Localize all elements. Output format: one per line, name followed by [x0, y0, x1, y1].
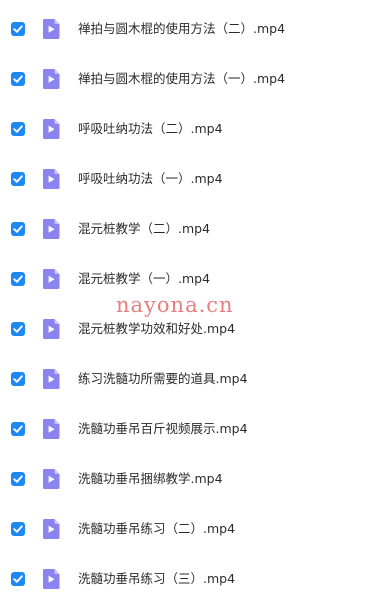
file-checkbox[interactable]	[11, 172, 25, 186]
file-row[interactable]: 练习洗髓功所需要的道具.mp4	[0, 364, 367, 394]
file-checkbox[interactable]	[11, 322, 25, 336]
video-file-icon	[41, 468, 61, 490]
file-name[interactable]: 洗髓功垂吊捆绑教学.mp4	[78, 470, 223, 488]
video-file-icon	[41, 168, 61, 190]
file-row[interactable]: 禅拍与圆木棍的使用方法（一）.mp4	[0, 64, 367, 94]
file-name[interactable]: 呼吸吐纳功法（一）.mp4	[78, 170, 223, 188]
video-file-icon	[41, 518, 61, 540]
video-file-icon	[41, 68, 61, 90]
checkmark-icon	[13, 275, 23, 283]
checkmark-icon	[13, 575, 23, 583]
video-file-icon	[41, 218, 61, 240]
checkmark-icon	[13, 325, 23, 333]
video-file-icon	[41, 318, 61, 340]
file-name[interactable]: 混元桩教学功效和好处.mp4	[78, 320, 235, 338]
file-name[interactable]: 洗髓功垂吊练习（二）.mp4	[78, 520, 235, 538]
checkmark-icon	[13, 75, 23, 83]
file-row[interactable]: 洗髓功垂吊练习（二）.mp4	[0, 514, 367, 544]
file-checkbox[interactable]	[11, 472, 25, 486]
file-name[interactable]: 混元桩教学（一）.mp4	[78, 270, 210, 288]
file-checkbox[interactable]	[11, 22, 25, 36]
file-row[interactable]: 呼吸吐纳功法（一）.mp4	[0, 164, 367, 194]
video-file-icon	[41, 568, 61, 590]
file-row[interactable]: 洗髓功垂吊练习（三）.mp4	[0, 564, 367, 594]
checkmark-icon	[13, 425, 23, 433]
file-name[interactable]: 禅拍与圆木棍的使用方法（二）.mp4	[78, 20, 285, 38]
file-name[interactable]: 练习洗髓功所需要的道具.mp4	[78, 370, 248, 388]
checkmark-icon	[13, 525, 23, 533]
file-row[interactable]: 洗髓功垂吊捆绑教学.mp4	[0, 464, 367, 494]
file-checkbox[interactable]	[11, 372, 25, 386]
video-file-icon	[41, 18, 61, 40]
file-name[interactable]: 混元桩教学（二）.mp4	[78, 220, 210, 238]
file-row[interactable]: 混元桩教学（一）.mp4	[0, 264, 367, 294]
file-row[interactable]: 呼吸吐纳功法（二）.mp4	[0, 114, 367, 144]
file-checkbox[interactable]	[11, 222, 25, 236]
video-file-icon	[41, 418, 61, 440]
checkmark-icon	[13, 125, 23, 133]
checkmark-icon	[13, 375, 23, 383]
video-file-icon	[41, 268, 61, 290]
file-row[interactable]: 禅拍与圆木棍的使用方法（二）.mp4	[0, 14, 367, 44]
checkmark-icon	[13, 25, 23, 33]
file-row[interactable]: 混元桩教学功效和好处.mp4	[0, 314, 367, 344]
file-checkbox[interactable]	[11, 122, 25, 136]
file-checkbox[interactable]	[11, 422, 25, 436]
file-row[interactable]: 混元桩教学（二）.mp4	[0, 214, 367, 244]
file-name[interactable]: 禅拍与圆木棍的使用方法（一）.mp4	[78, 70, 285, 88]
file-name[interactable]: 洗髓功垂吊练习（三）.mp4	[78, 570, 235, 588]
file-checkbox[interactable]	[11, 572, 25, 586]
file-name[interactable]: 呼吸吐纳功法（二）.mp4	[78, 120, 223, 138]
checkmark-icon	[13, 175, 23, 183]
file-checkbox[interactable]	[11, 272, 25, 286]
file-checkbox[interactable]	[11, 522, 25, 536]
watermark-text: nayona.cn	[116, 293, 234, 317]
file-checkbox[interactable]	[11, 72, 25, 86]
video-file-icon	[41, 118, 61, 140]
file-row[interactable]: 洗髓功垂吊百斤视频展示.mp4	[0, 414, 367, 444]
file-name[interactable]: 洗髓功垂吊百斤视频展示.mp4	[78, 420, 248, 438]
checkmark-icon	[13, 475, 23, 483]
checkmark-icon	[13, 225, 23, 233]
video-file-icon	[41, 368, 61, 390]
